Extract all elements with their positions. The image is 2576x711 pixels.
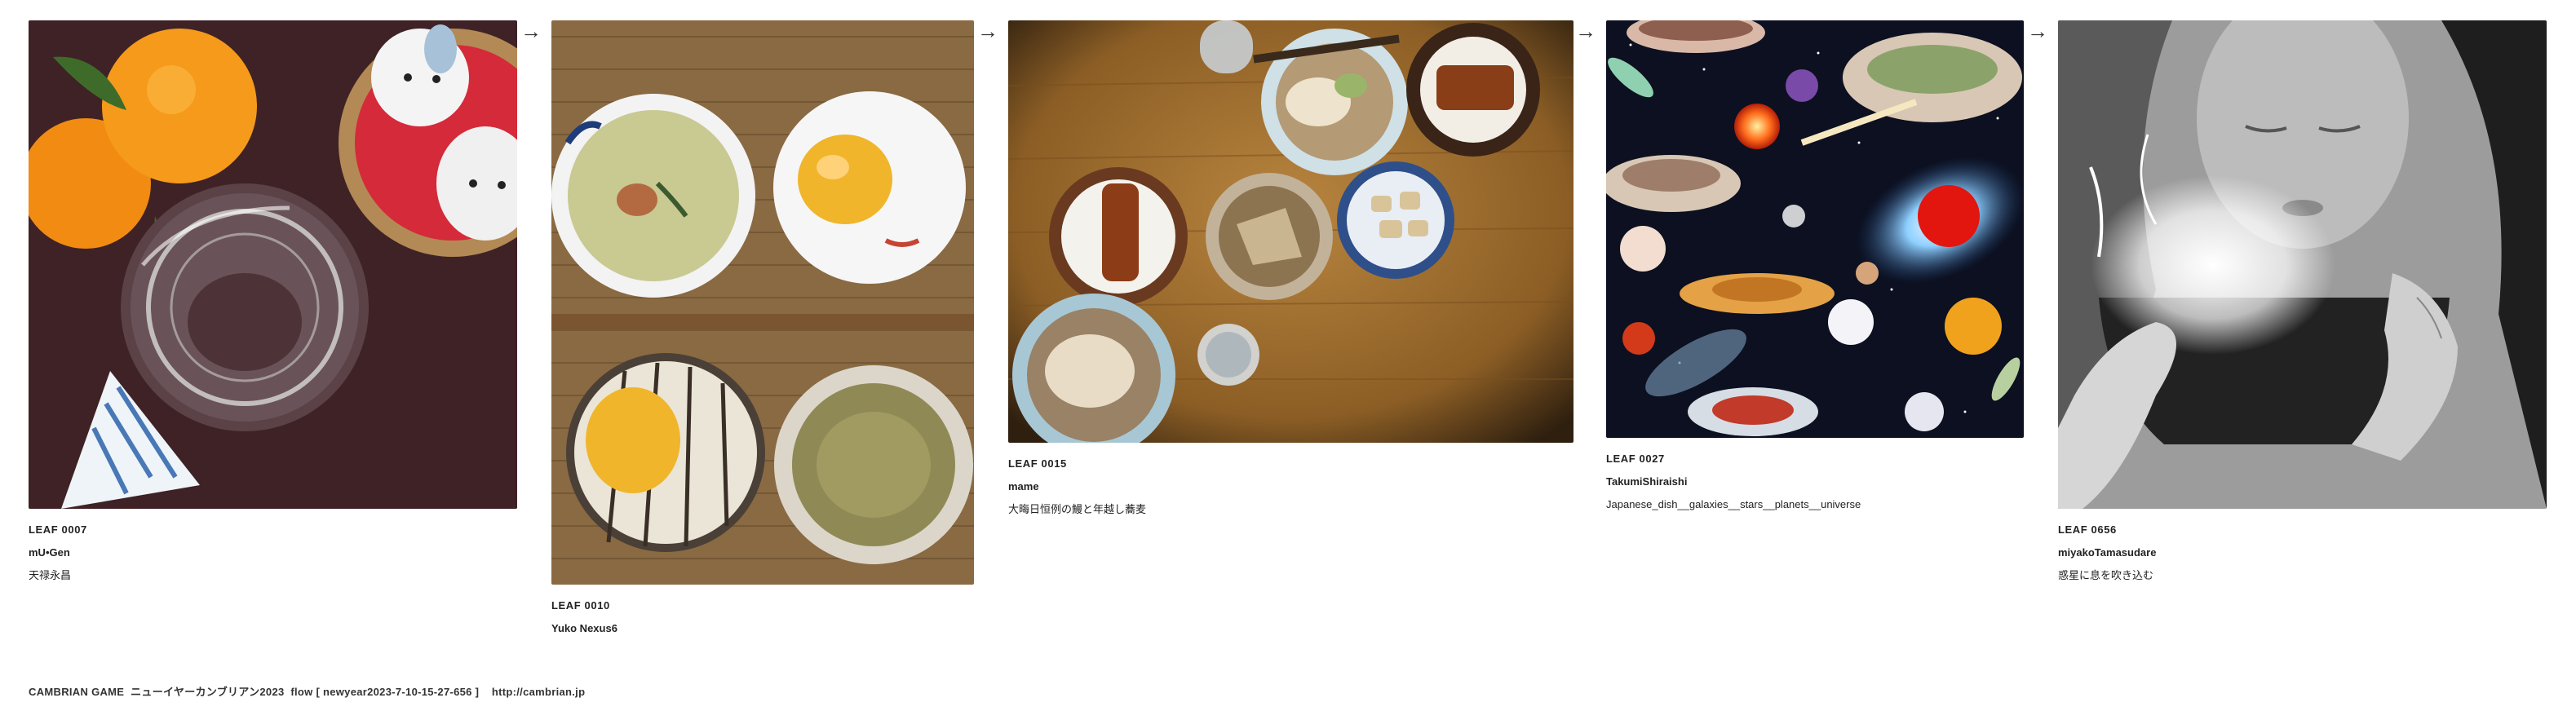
leaf-image[interactable]: [551, 20, 974, 585]
leaf-card[interactable]: LEAF 0656 miyakoTamasudare 惑星に息を吹き込む: [2058, 20, 2547, 587]
flow-arrow-icon: →: [2027, 19, 2048, 43]
leaf-author[interactable]: miyakoTamasudare: [2058, 541, 2547, 564]
leaf-author[interactable]: mame: [1008, 475, 1573, 498]
leaf-id[interactable]: LEAF 0007: [29, 519, 517, 541]
leaf-image[interactable]: [2058, 20, 2547, 509]
leaf-card[interactable]: LEAF 0010 Yuko Nexus6: [551, 20, 974, 640]
leaf-image[interactable]: [1008, 20, 1573, 443]
leaf-author[interactable]: Yuko Nexus6: [551, 617, 974, 640]
leaf-image[interactable]: [29, 20, 517, 509]
leaf-caption: LEAF 0027 TakumiShiraishi Japanese_dish_…: [1606, 448, 2024, 516]
leaf-title: 大晦日恒例の鰻と年越し蕎麦: [1008, 503, 1147, 515]
leaf-title: 惑星に息を吹き込む: [2058, 569, 2154, 581]
leaf-caption: LEAF 0010 Yuko Nexus6: [551, 594, 974, 640]
leaf-id[interactable]: LEAF 0010: [551, 594, 974, 617]
leaf-author[interactable]: mU•Gen: [29, 541, 517, 564]
leaf-card[interactable]: LEAF 0007 mU•Gen 天禄永昌: [29, 20, 517, 587]
leaf-caption: LEAF 0015 mame 大晦日恒例の鰻と年越し蕎麦: [1008, 453, 1573, 521]
flow-arrow-icon: →: [1575, 19, 1596, 43]
leaf-author[interactable]: TakumiShiraishi: [1606, 470, 2024, 493]
leaf-image[interactable]: [1606, 20, 2024, 438]
leaf-card[interactable]: LEAF 0015 mame 大晦日恒例の鰻と年越し蕎麦: [1008, 20, 1573, 521]
leaf-caption: LEAF 0007 mU•Gen 天禄永昌: [29, 519, 517, 587]
leaf-id[interactable]: LEAF 0656: [2058, 519, 2547, 541]
leaf-id[interactable]: LEAF 0015: [1008, 453, 1573, 475]
leaf-caption: LEAF 0656 miyakoTamasudare 惑星に息を吹き込む: [2058, 519, 2547, 587]
flow-arrow-icon: →: [520, 19, 542, 43]
flow-page: LEAF 0007 mU•Gen 天禄永昌 → LEAF 0010 Yuko N…: [0, 0, 2576, 711]
leaf-card[interactable]: LEAF 0027 TakumiShiraishi Japanese_dish_…: [1606, 20, 2024, 516]
footer-text: CAMBRIAN GAME ニューイヤーカンブリアン2023 flow [ ne…: [29, 686, 586, 698]
leaf-title: Japanese_dish__galaxies__stars__planets_…: [1606, 498, 1861, 510]
leaf-title: 天禄永昌: [29, 569, 72, 581]
leaf-id[interactable]: LEAF 0027: [1606, 448, 2024, 470]
flow-arrow-icon: →: [977, 19, 998, 43]
